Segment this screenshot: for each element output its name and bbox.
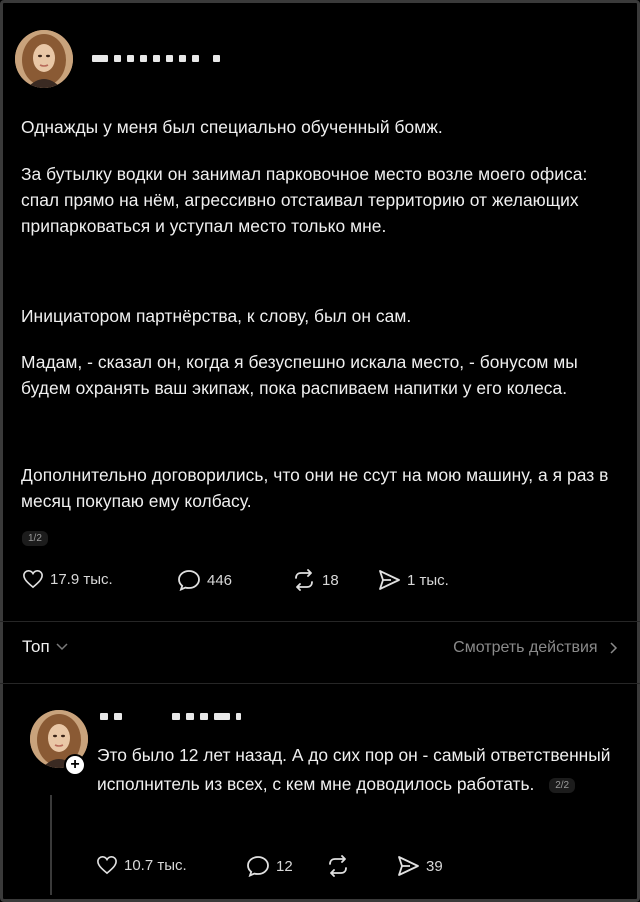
- repost-arrows-icon: [295, 569, 313, 591]
- repost-arrows-icon: [329, 855, 347, 877]
- post-paragraph-2: За бутылку водки он занимал парковочное …: [21, 164, 588, 236]
- sort-filter-label: Топ: [22, 637, 50, 656]
- post-paragraph-3: Инициатором партнёрства, к слову, был он…: [21, 306, 412, 326]
- chevron-down-icon: [56, 640, 68, 654]
- post-like-button[interactable]: 17.9 тыс.: [22, 569, 113, 589]
- post-paragraph-5: Дополнительно договорились, что они не с…: [21, 465, 609, 511]
- comment-text: Это было 12 лет назад. А до сих пор он -…: [97, 741, 617, 802]
- post-repost-count: 18: [322, 571, 339, 589]
- post-reply-count: 446: [207, 571, 233, 589]
- follow-plus-icon[interactable]: +: [64, 754, 86, 776]
- chevron-right-icon: [610, 642, 618, 654]
- post-author-avatar[interactable]: [15, 30, 73, 88]
- send-icon: [398, 856, 419, 876]
- comment-share-count: 39: [426, 857, 443, 875]
- post-share-button[interactable]: 1 тыс.: [377, 569, 449, 591]
- comment-reply-count: 12: [276, 857, 293, 875]
- heart-icon: [97, 855, 117, 875]
- post-author-name-redacted: [92, 55, 220, 62]
- view-activity-label: Смотреть действия: [453, 639, 598, 656]
- divider-bottom: [0, 683, 640, 684]
- post-paragraph-1: Однажды у меня был специально обученный …: [21, 117, 443, 137]
- sort-filter-dropdown[interactable]: Топ: [22, 637, 68, 657]
- post-page-indicator: 1/2: [22, 531, 48, 546]
- comment-page-indicator: 2/2: [549, 778, 576, 793]
- comment-body: Это было 12 лет назад. А до сих пор он -…: [97, 745, 611, 794]
- send-icon: [379, 570, 400, 590]
- comment-repost-button[interactable]: [326, 855, 350, 877]
- divider-top: [0, 621, 640, 622]
- post-like-count: 17.9 тыс.: [50, 570, 113, 588]
- post-paragraph-4: Мадам, - сказал он, когда я безуспешно и…: [21, 352, 578, 398]
- speech-bubble-icon: [247, 856, 269, 877]
- heart-icon: [23, 569, 43, 589]
- post-repost-button[interactable]: 18: [292, 569, 339, 591]
- post-reply-button[interactable]: 446: [177, 569, 232, 591]
- comment-reply-button[interactable]: 12: [246, 855, 293, 877]
- comment-share-button[interactable]: 39: [396, 855, 443, 877]
- comment-like-count: 10.7 тыс.: [124, 856, 187, 874]
- view-activity-link[interactable]: Смотреть действия: [453, 639, 618, 657]
- comment-like-button[interactable]: 10.7 тыс.: [96, 855, 187, 875]
- post-share-count: 1 тыс.: [407, 571, 449, 589]
- comment-author-name-redacted: [100, 713, 241, 720]
- thread-line: [50, 795, 52, 895]
- speech-bubble-icon: [178, 570, 200, 591]
